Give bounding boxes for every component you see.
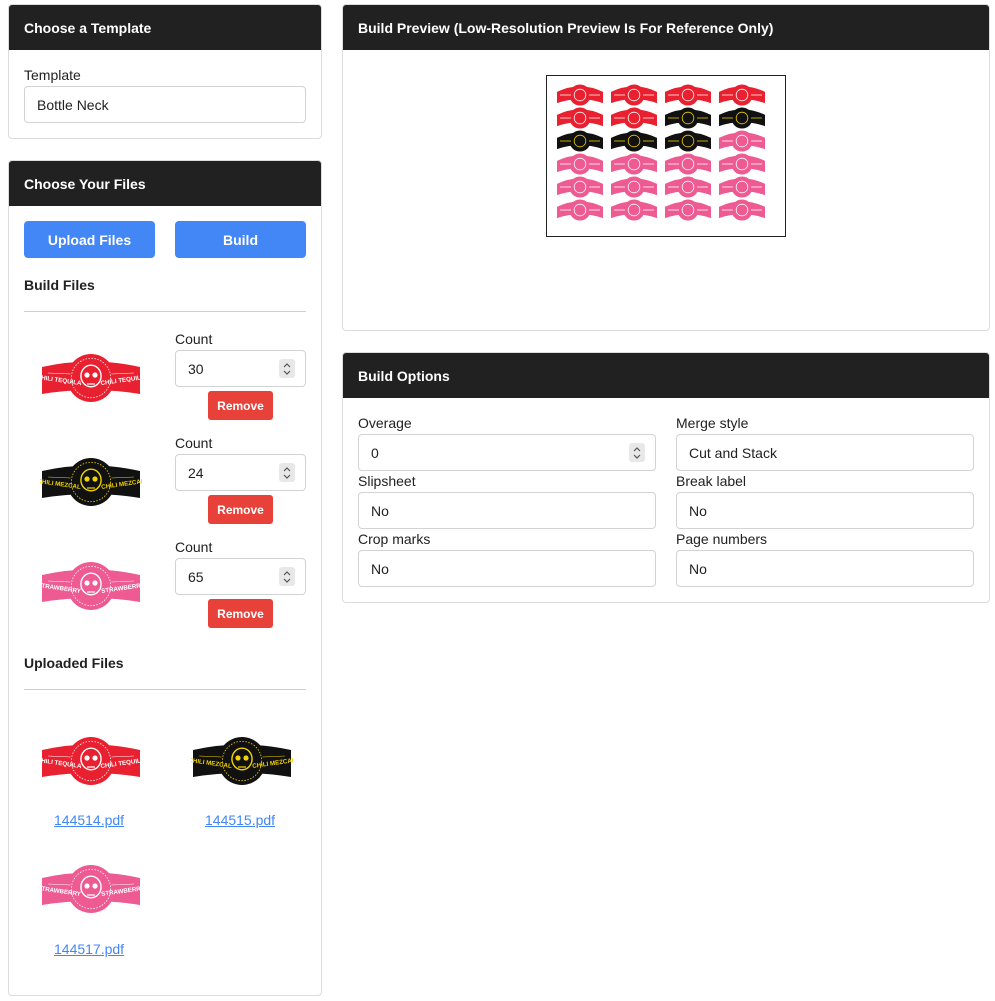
preview-label	[611, 153, 657, 175]
uploaded-file-link[interactable]: 144517.pdf	[54, 941, 124, 957]
preview-label	[611, 130, 657, 152]
overage-label: Overage	[358, 415, 412, 431]
uploaded-file-link[interactable]: 144515.pdf	[205, 812, 275, 828]
count-label: Count	[175, 435, 213, 451]
uploaded-file-link[interactable]: 144514.pdf	[54, 812, 124, 828]
slipsheet-label: Slipsheet	[358, 473, 416, 489]
uploaded-file-thumbnail[interactable]: STRAWBERRY STRAWBERRY	[37, 864, 146, 914]
count-stepper-icon[interactable]	[279, 463, 295, 482]
options-card: Build Options Overage 0 Merge style Cut …	[342, 352, 990, 603]
slipsheet-value: No	[371, 502, 389, 519]
overage-value: 0	[371, 444, 379, 461]
break-label-value: No	[689, 502, 707, 519]
preview-grid	[557, 84, 765, 221]
page-numbers-select[interactable]: No	[676, 550, 974, 587]
options-card-title: Build Options	[343, 353, 989, 398]
preview-label	[557, 199, 603, 221]
preview-label	[719, 130, 765, 152]
page-numbers-label: Page numbers	[676, 531, 768, 547]
uploaded-files-title: Uploaded Files	[24, 655, 124, 671]
preview-label	[719, 176, 765, 198]
uploaded-files-divider	[24, 689, 306, 690]
count-value: 65	[188, 568, 204, 585]
preview-label	[611, 84, 657, 106]
preview-label	[557, 84, 603, 106]
preview-label	[719, 107, 765, 129]
crop-marks-label: Crop marks	[358, 531, 431, 547]
preview-label	[557, 130, 603, 152]
template-label: Template	[24, 67, 81, 83]
count-stepper-icon[interactable]	[279, 567, 295, 586]
preview-label	[665, 84, 711, 106]
break-label-select[interactable]: No	[676, 492, 974, 529]
template-select[interactable]: Bottle Neck	[24, 86, 306, 123]
merge-style-select[interactable]: Cut and Stack	[676, 434, 974, 471]
build-files-title: Build Files	[24, 277, 95, 293]
preview-label	[665, 199, 711, 221]
count-input[interactable]: 65	[175, 558, 306, 595]
remove-button[interactable]: Remove	[208, 599, 273, 628]
build-button[interactable]: Build	[175, 221, 306, 258]
build-files-divider	[24, 311, 306, 312]
preview-label	[665, 153, 711, 175]
count-stepper-icon[interactable]	[279, 359, 295, 378]
merge-style-value: Cut and Stack	[689, 444, 777, 461]
remove-button[interactable]: Remove	[208, 495, 273, 524]
preview-label	[665, 107, 711, 129]
crop-marks-value: No	[371, 560, 389, 577]
crop-marks-select[interactable]: No	[358, 550, 656, 587]
slipsheet-select[interactable]: No	[358, 492, 656, 529]
remove-button[interactable]: Remove	[208, 391, 273, 420]
page-numbers-value: No	[689, 560, 707, 577]
overage-input[interactable]: 0	[358, 434, 656, 471]
build-file-thumbnail: CHILI MEZCAL CHILI MEZCAL	[37, 457, 145, 507]
template-card-title: Choose a Template	[9, 5, 321, 50]
files-card: Choose Your Files Upload Files Build Bui…	[8, 160, 322, 996]
preview-label	[557, 153, 603, 175]
preview-label	[557, 107, 603, 129]
preview-label	[557, 176, 603, 198]
count-value: 30	[188, 360, 204, 377]
preview-label	[719, 199, 765, 221]
template-card: Choose a Template Template Bottle Neck	[8, 4, 322, 139]
template-select-value: Bottle Neck	[37, 96, 109, 113]
break-label-label: Break label	[676, 473, 747, 489]
preview-label	[611, 176, 657, 198]
uploaded-file-thumbnail[interactable]: CHILI TEQUILA CHILI TEQUILA	[36, 736, 146, 786]
count-input[interactable]: 24	[175, 454, 306, 491]
preview-label	[719, 153, 765, 175]
files-card-title: Choose Your Files	[9, 161, 321, 206]
preview-card: Build Preview (Low-Resolution Preview Is…	[342, 4, 990, 331]
build-file-thumbnail: CHILI TEQUILA CHILI TEQUILA	[36, 353, 146, 403]
count-label: Count	[175, 331, 213, 347]
preview-label	[719, 84, 765, 106]
merge-style-label: Merge style	[676, 415, 749, 431]
preview-label	[611, 107, 657, 129]
preview-card-title: Build Preview (Low-Resolution Preview Is…	[343, 5, 989, 50]
preview-label	[611, 199, 657, 221]
uploaded-file-thumbnail[interactable]: CHILI MEZCAL CHILI MEZCAL	[188, 736, 296, 786]
preview-sheet	[546, 75, 786, 237]
preview-label	[665, 130, 711, 152]
count-input[interactable]: 30	[175, 350, 306, 387]
upload-files-button[interactable]: Upload Files	[24, 221, 155, 258]
count-label: Count	[175, 539, 213, 555]
count-value: 24	[188, 464, 204, 481]
preview-label	[665, 176, 711, 198]
build-file-thumbnail: STRAWBERRY STRAWBERRY	[37, 561, 146, 611]
overage-stepper-icon[interactable]	[629, 443, 645, 462]
